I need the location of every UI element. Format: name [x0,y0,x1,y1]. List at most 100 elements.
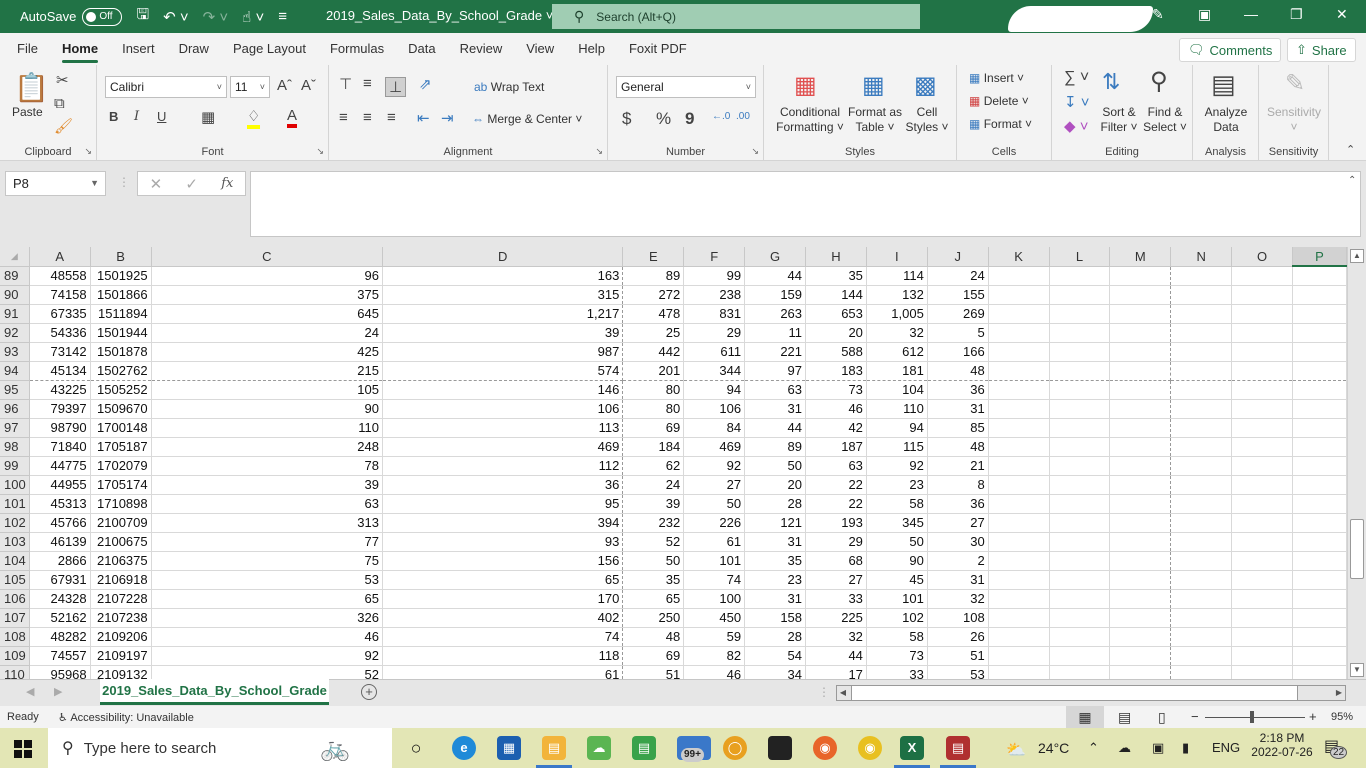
cell-d95[interactable]: 146 [382,380,624,400]
cell-n98[interactable] [1170,437,1233,457]
cell-e95[interactable]: 80 [622,380,685,400]
cell-l95[interactable] [1049,380,1111,400]
firefox-icon[interactable]: ◉ [813,736,837,760]
number-launcher-icon[interactable]: ↘ [751,146,759,157]
cell-l89[interactable] [1049,266,1111,286]
cell-o89[interactable] [1231,266,1293,286]
cell-i103[interactable]: 50 [866,532,928,552]
cell-b91[interactable]: 1511894 [90,304,152,324]
cell-b106[interactable]: 2107228 [90,589,152,609]
cell-p104[interactable] [1292,551,1347,571]
cell-n105[interactable] [1170,570,1233,590]
increase-font-icon[interactable]: Aˆ [277,77,292,94]
cell-b103[interactable]: 2100675 [90,532,152,552]
cell-i110[interactable]: 33 [866,665,928,679]
column-header-k[interactable]: K [988,247,1050,267]
cell-h103[interactable]: 29 [805,532,867,552]
notes-app-icon[interactable]: ▤ [632,736,656,760]
row-header[interactable]: 103 [0,532,30,552]
cell-b99[interactable]: 1702079 [90,456,152,476]
edge-icon[interactable]: e [452,736,476,760]
increase-decimal-icon[interactable]: ←.0 [712,111,730,122]
cell-g89[interactable]: 44 [744,266,807,286]
cell-l99[interactable] [1049,456,1111,476]
cell-i91[interactable]: 1,005 [866,304,928,324]
cell-j109[interactable]: 51 [927,646,989,666]
cell-g99[interactable]: 50 [744,456,807,476]
cell-p91[interactable] [1292,304,1347,324]
tab-view[interactable]: View [514,33,566,65]
cell-p97[interactable] [1292,418,1347,438]
format-as-table-button[interactable]: Format as Table ˅ [847,105,903,135]
cell-k109[interactable] [988,646,1050,666]
collapse-ribbon-icon[interactable]: ⌃ [1346,143,1355,156]
cell-o98[interactable] [1231,437,1293,457]
mail-icon[interactable]: 99+ [677,736,711,762]
cell-e105[interactable]: 35 [622,570,685,590]
alignment-launcher-icon[interactable]: ↘ [595,146,603,157]
cell-f89[interactable]: 99 [683,266,746,286]
cell-o103[interactable] [1231,532,1293,552]
cell-i106[interactable]: 101 [866,589,928,609]
tab-foxit-pdf[interactable]: Foxit PDF [617,33,699,65]
cell-p89[interactable] [1292,266,1347,286]
cell-a95[interactable]: 43225 [29,380,91,400]
cell-m97[interactable] [1109,418,1172,438]
cell-l100[interactable] [1049,475,1111,495]
cell-o100[interactable] [1231,475,1293,495]
tab-formulas[interactable]: Formulas [318,33,396,65]
cell-h104[interactable]: 68 [805,551,867,571]
cell-g101[interactable]: 28 [744,494,807,514]
wrap-text-button[interactable]: ab Wrap Text [474,80,544,95]
cell-i92[interactable]: 32 [866,323,928,343]
search-highlight-bike-icon[interactable]: 🚲 [320,734,350,763]
cell-p92[interactable] [1292,323,1347,343]
insert-function-button[interactable]: fx [221,176,233,191]
cell-n96[interactable] [1170,399,1233,419]
cell-g109[interactable]: 54 [744,646,807,666]
cell-c95[interactable]: 105 [151,380,383,400]
cell-n103[interactable] [1170,532,1233,552]
cell-b107[interactable]: 2107238 [90,608,152,628]
accessibility-status[interactable]: ♿ Accessibility: Unavailable [58,711,194,724]
cell-c106[interactable]: 65 [151,589,383,609]
cell-p109[interactable] [1292,646,1347,666]
cell-i96[interactable]: 110 [866,399,928,419]
orientation-icon[interactable]: ⇗ [419,75,432,93]
row-header[interactable]: 92 [0,323,30,343]
comments-button[interactable]: 🗨 Comments [1179,38,1282,62]
cell-e98[interactable]: 184 [622,437,685,457]
cell-l110[interactable] [1049,665,1111,679]
cell-o97[interactable] [1231,418,1293,438]
cell-f96[interactable]: 106 [683,399,746,419]
cell-n110[interactable] [1170,665,1233,679]
scroll-right-icon[interactable]: ▶ [1333,686,1345,700]
cell-p100[interactable] [1292,475,1347,495]
minimize-icon[interactable]: — [1244,6,1258,22]
cell-a98[interactable]: 71840 [29,437,91,457]
tab-review[interactable]: Review [448,33,515,65]
row-header[interactable]: 99 [0,456,30,476]
cell-n95[interactable] [1170,380,1233,400]
column-header-j[interactable]: J [927,247,989,267]
sheet-tab[interactable]: 2019_Sales_Data_By_School_Grade [100,679,329,705]
cell-j107[interactable]: 108 [927,608,989,628]
weather-temp[interactable]: 24°C [1038,740,1069,756]
cell-f94[interactable]: 344 [683,361,746,381]
cell-k106[interactable] [988,589,1050,609]
cell-i99[interactable]: 92 [866,456,928,476]
cell-k98[interactable] [988,437,1050,457]
cell-f95[interactable]: 94 [683,380,746,400]
cell-m89[interactable] [1109,266,1172,286]
horizontal-scroll-thumb[interactable] [851,686,1298,700]
currency-button[interactable]: $ [622,109,631,129]
decrease-font-icon[interactable]: Aˇ [301,77,316,94]
cell-k96[interactable] [988,399,1050,419]
row-header[interactable]: 93 [0,342,30,362]
cell-c109[interactable]: 92 [151,646,383,666]
cell-a107[interactable]: 52162 [29,608,91,628]
cell-h92[interactable]: 20 [805,323,867,343]
cell-f92[interactable]: 29 [683,323,746,343]
cell-f107[interactable]: 450 [683,608,746,628]
cell-i93[interactable]: 612 [866,342,928,362]
